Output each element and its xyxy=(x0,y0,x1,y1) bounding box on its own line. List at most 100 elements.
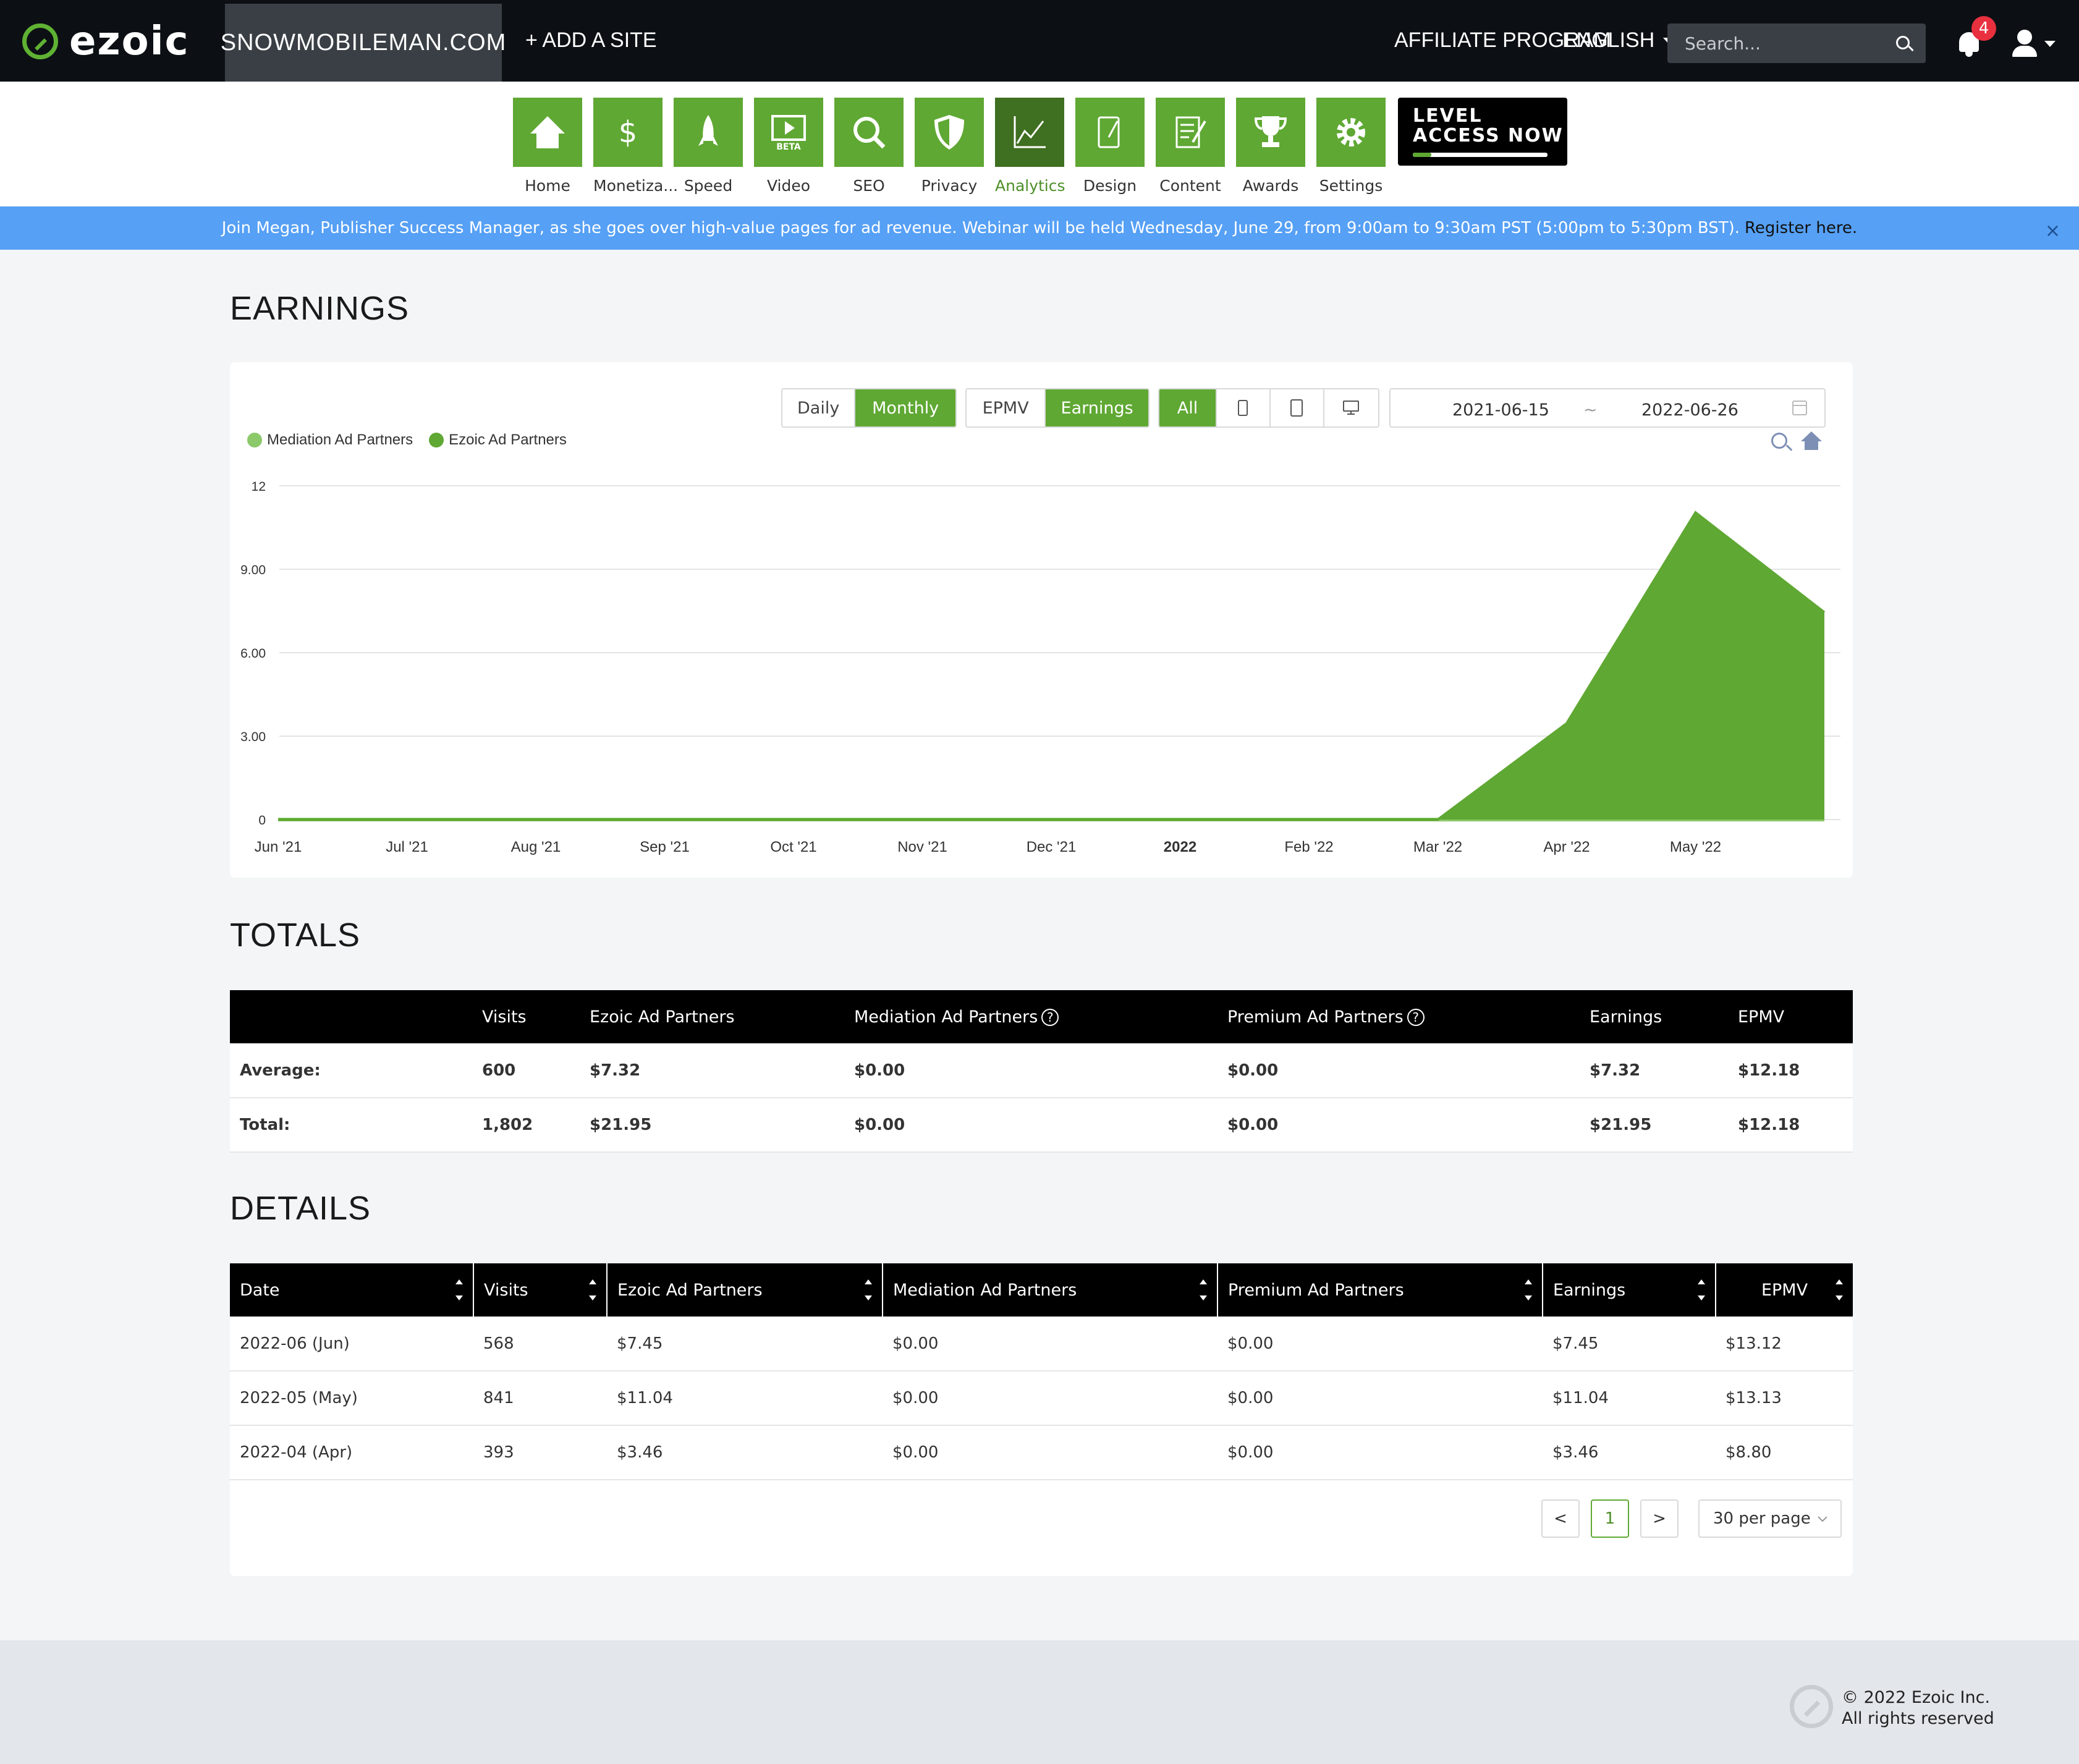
level-progress-bar xyxy=(1413,153,1548,157)
table-cell: Average: xyxy=(230,1043,482,1098)
table-cell: $0.00 xyxy=(883,1317,1217,1372)
table-cell: $13.13 xyxy=(1716,1371,1853,1426)
help-icon[interactable]: ? xyxy=(1041,1009,1059,1026)
ezoic-logo-icon xyxy=(22,23,58,59)
sort-header-visits[interactable]: Visits xyxy=(473,1263,608,1317)
ezoic-footer-logo-icon xyxy=(1790,1685,1833,1728)
tool-content[interactable]: Content xyxy=(1156,98,1225,195)
per-page-value: 30 per page xyxy=(1713,1509,1811,1528)
tool-seo[interactable]: SEO xyxy=(834,98,904,195)
header-label: Earnings xyxy=(1553,1280,1626,1300)
metric-earnings[interactable]: Earnings xyxy=(1046,389,1148,426)
calendar-icon[interactable] xyxy=(1792,401,1807,415)
beta-badge: BETA xyxy=(776,142,801,152)
device-all[interactable]: All xyxy=(1159,389,1217,426)
tool-design[interactable]: Design xyxy=(1075,98,1145,195)
table-cell: $3.46 xyxy=(1543,1425,1716,1480)
tool-privacy[interactable]: Privacy xyxy=(915,98,984,195)
y-tick-label: 12 xyxy=(252,480,266,494)
help-icon[interactable]: ? xyxy=(1407,1009,1425,1026)
sort-icon[interactable] xyxy=(1525,1279,1532,1300)
chart-icon xyxy=(1014,116,1046,148)
pager-page-1[interactable]: 1 xyxy=(1591,1499,1629,1538)
add-site-link[interactable]: + ADD A SITE xyxy=(525,28,657,53)
tool-home[interactable]: Home xyxy=(513,98,582,195)
tool-label: Monetiza... xyxy=(593,177,679,195)
sort-icon[interactable] xyxy=(455,1279,463,1300)
per-page-select[interactable]: 30 per page xyxy=(1698,1499,1842,1538)
date-start[interactable]: 2021-06-15 xyxy=(1452,401,1549,420)
sort-header-mediation[interactable]: Mediation Ad Partners xyxy=(883,1263,1218,1317)
user-chevron-down-icon[interactable] xyxy=(2044,41,2056,47)
metric-epmv[interactable]: EPMV xyxy=(967,389,1046,426)
period-daily[interactable]: Daily xyxy=(782,389,856,426)
register-link[interactable]: Register here. xyxy=(1745,219,1857,237)
table-cell: 1,802 xyxy=(482,1098,590,1153)
legend-item[interactable]: Ezoic Ad Partners xyxy=(429,431,567,449)
tool-monetization[interactable]: $ Monetiza... xyxy=(593,98,679,195)
table-cell: $12.18 xyxy=(1738,1043,1853,1098)
sort-icon[interactable] xyxy=(1836,1279,1843,1300)
dollar-icon: $ xyxy=(619,115,638,150)
level-line2: ACCESS NOW xyxy=(1413,125,1564,146)
sort-icon[interactable] xyxy=(589,1279,596,1300)
x-tick-label: Nov '21 xyxy=(897,839,947,855)
tool-awards[interactable]: Awards xyxy=(1236,98,1305,195)
legend-item[interactable]: Mediation Ad Partners xyxy=(247,431,413,449)
sort-header-epmv[interactable]: EPMV xyxy=(1716,1263,1853,1317)
sort-header-ezoic[interactable]: Ezoic Ad Partners xyxy=(607,1263,883,1317)
period-monthly[interactable]: Monthly xyxy=(855,389,955,426)
header-label: Mediation Ad Partners xyxy=(893,1280,1077,1300)
legend-swatch xyxy=(247,433,262,447)
tool-speed[interactable]: Speed xyxy=(674,98,743,195)
pager-next-button[interactable]: > xyxy=(1640,1499,1679,1538)
language-dropdown[interactable]: ENGLISH xyxy=(1562,28,1675,53)
tool-analytics[interactable]: Analytics xyxy=(995,98,1065,195)
table-cell: $7.32 xyxy=(1590,1043,1738,1098)
table-cell: $7.45 xyxy=(1543,1317,1716,1372)
gear-icon xyxy=(1337,118,1365,146)
table-cell: 2022-04 (Apr) xyxy=(230,1425,473,1480)
x-tick-label: Dec '21 xyxy=(1027,839,1077,855)
details-heading: DETAILS xyxy=(230,1190,371,1227)
table-cell: $12.18 xyxy=(1738,1098,1853,1153)
table-cell: $0.00 xyxy=(854,1043,1227,1098)
user-avatar-icon[interactable] xyxy=(2011,30,2038,57)
sort-header-earnings[interactable]: Earnings xyxy=(1543,1263,1716,1317)
level-access-now-button[interactable]: LEVEL ACCESS NOW xyxy=(1398,98,1567,166)
close-icon[interactable]: × xyxy=(2045,220,2060,242)
table-cell: 2022-06 (Jun) xyxy=(230,1317,473,1372)
pager-prev-button[interactable]: < xyxy=(1541,1499,1580,1538)
search-icon[interactable] xyxy=(1896,36,1910,49)
ezoic-logo[interactable]: ezoic xyxy=(22,19,190,64)
series-area-1[interactable] xyxy=(278,512,1824,820)
site-selector[interactable]: SNOWMOBILEMAN.COM xyxy=(221,4,506,82)
sort-icon[interactable] xyxy=(865,1279,872,1300)
table-cell: $0.00 xyxy=(1217,1371,1543,1426)
tool-video[interactable]: BETA Video xyxy=(754,98,823,195)
date-range-picker[interactable]: 2021-06-15 ~ 2022-06-26 xyxy=(1389,388,1826,428)
chart-legend: Mediation Ad Partners Ezoic Ad Partners xyxy=(247,431,567,449)
zoom-icon[interactable] xyxy=(1771,433,1787,449)
table-row: Average: 600 $7.32 $0.00 $0.00 $7.32 $12… xyxy=(230,1043,1853,1098)
device-desktop[interactable] xyxy=(1324,389,1378,426)
totals-col: Earnings xyxy=(1590,990,1738,1043)
sort-icon[interactable] xyxy=(1200,1279,1207,1300)
totals-header-row: Visits Ezoic Ad Partners Mediation Ad Pa… xyxy=(230,990,1853,1043)
sort-icon[interactable] xyxy=(1698,1279,1705,1300)
totals-table: Visits Ezoic Ad Partners Mediation Ad Pa… xyxy=(230,990,1853,1153)
x-tick-label: Aug '21 xyxy=(511,839,561,855)
search-input[interactable]: Search... xyxy=(1667,23,1926,63)
tool-settings[interactable]: Settings xyxy=(1316,98,1386,195)
date-end[interactable]: 2022-06-26 xyxy=(1641,401,1738,420)
device-tablet[interactable] xyxy=(1271,389,1324,426)
level-line1: LEVEL xyxy=(1413,105,1483,127)
details-header-row: Date Visits Ezoic Ad Partners Mediation … xyxy=(230,1263,1853,1317)
sort-header-date[interactable]: Date xyxy=(230,1263,474,1317)
sort-header-premium[interactable]: Premium Ad Partners xyxy=(1217,1263,1543,1317)
table-cell: $7.45 xyxy=(607,1317,883,1372)
table-cell: $21.95 xyxy=(590,1098,854,1153)
search-placeholder: Search... xyxy=(1685,33,1761,54)
device-mobile[interactable] xyxy=(1217,389,1271,426)
reset-zoom-home-icon[interactable] xyxy=(1801,431,1822,451)
